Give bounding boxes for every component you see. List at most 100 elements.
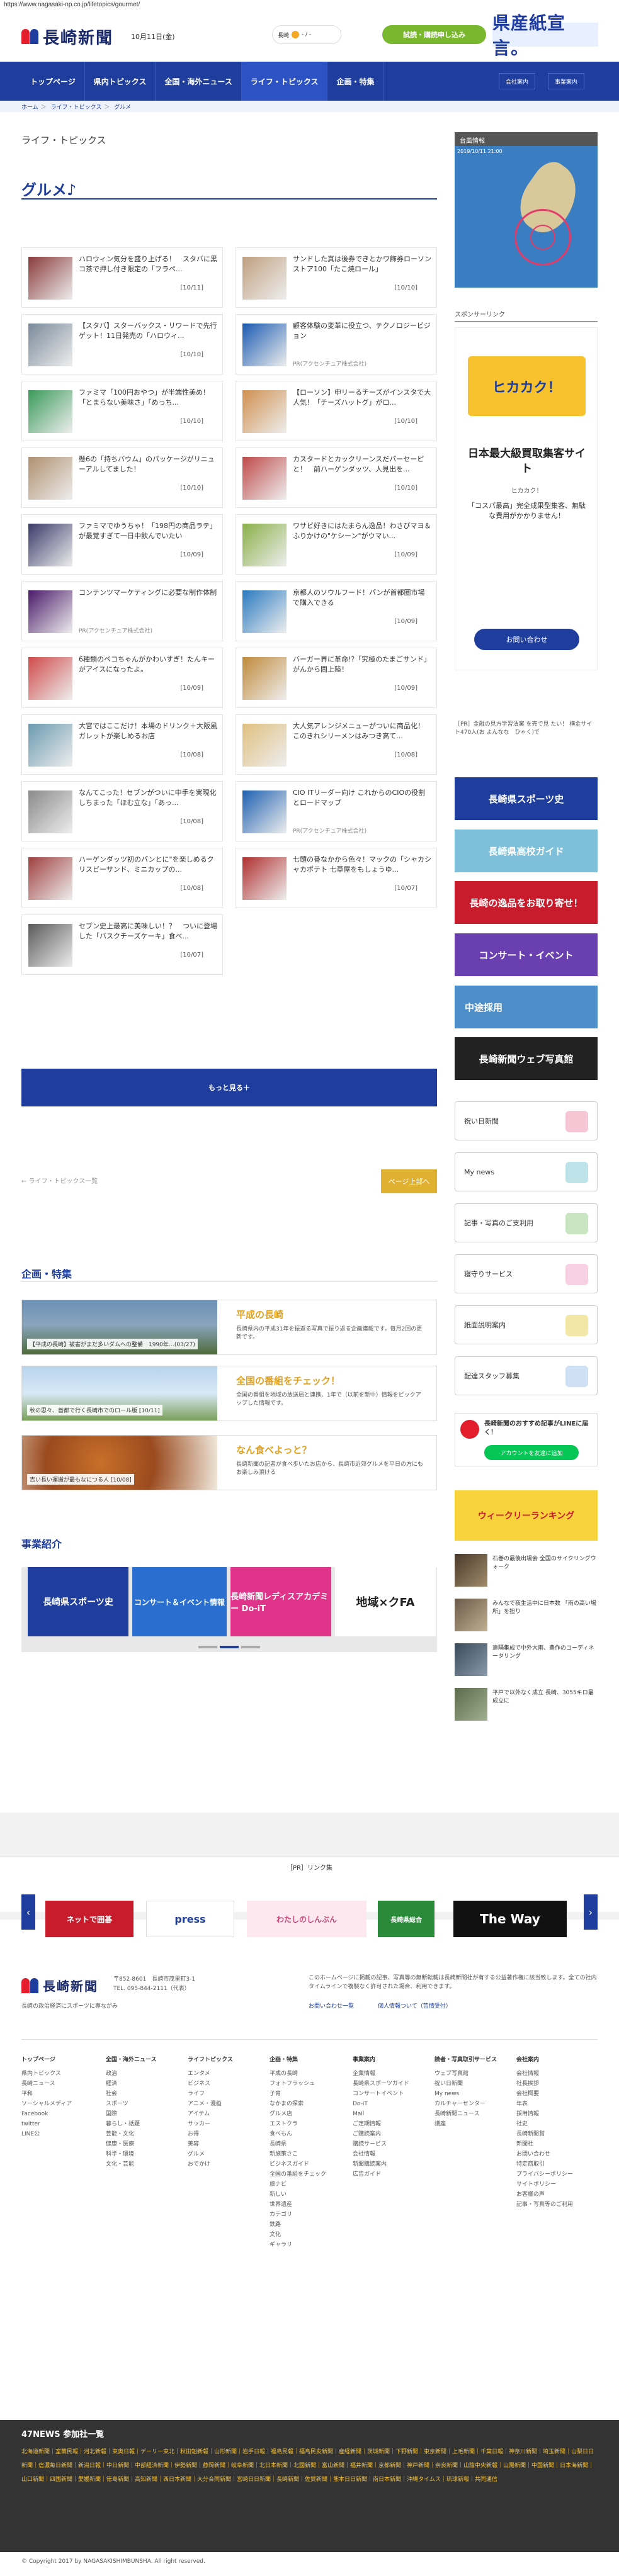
nav-business-link[interactable]: 事業案内: [548, 73, 585, 89]
footer-link[interactable]: ウェブ写真館: [434, 2069, 497, 2079]
footer-privacy-link[interactable]: 個人情報ついて（苦情受付）: [378, 2001, 451, 2010]
breadcrumb-life[interactable]: ライフ・トピックス: [51, 104, 102, 111]
footer-link[interactable]: 広告ガイド: [353, 2169, 409, 2179]
nav-company-link[interactable]: 会社案内: [499, 73, 536, 89]
article-card[interactable]: コンテンツマーケティングに必要な制作体制 PR(アクセンチュア株式会社): [21, 581, 223, 641]
menu-article-use[interactable]: 記事・写真のご支利用: [455, 1203, 598, 1242]
footer-link[interactable]: なかまの探索: [270, 2099, 326, 2109]
article-card[interactable]: 【ローソン】申リーるチーズがインスタで大人気！「チーズハットグ」がロ... [10…: [236, 381, 437, 441]
footer-link[interactable]: 健康・医療: [106, 2139, 157, 2149]
footer-link[interactable]: LINE公: [21, 2129, 72, 2139]
footer-link[interactable]: My news: [434, 2089, 497, 2099]
carousel-dot[interactable]: [198, 1646, 217, 1648]
footer-link[interactable]: 社長挨拶: [516, 2079, 573, 2089]
banner-highschool[interactable]: 長崎県高校ガイド: [455, 830, 598, 872]
article-card[interactable]: ファミマ「100円おやつ」が半端性美め！「とまらない美味さ」「めっち... [10…: [21, 381, 223, 441]
page-top-button[interactable]: ページ上部へ: [381, 1169, 437, 1193]
footer-link[interactable]: Mail: [353, 2109, 409, 2119]
sponsor-ad[interactable]: ヒカカク！ 日本最大級買取集客サイト ヒカカク！ 「コスパ最高」完全成果型集客、…: [455, 327, 598, 670]
footer-link[interactable]: カテゴリ: [270, 2210, 326, 2220]
footer-link[interactable]: プライバシーポリシー: [516, 2169, 573, 2179]
site-logo[interactable]: 長崎新聞: [21, 25, 113, 48]
footer-link[interactable]: ビジネスガイド: [270, 2159, 326, 2169]
footer-link[interactable]: 平成の長崎: [270, 2069, 326, 2079]
footer-link[interactable]: 新施策さこ: [270, 2149, 326, 2159]
banner-recruit[interactable]: 中途採用: [455, 986, 598, 1028]
footer-link[interactable]: 新聞購読案内: [353, 2159, 409, 2169]
footer-link[interactable]: 子育: [270, 2089, 326, 2099]
nav-item-national[interactable]: 全国・海外ニュース: [156, 62, 242, 101]
footer-link[interactable]: 新聞社: [516, 2139, 573, 2149]
banner-sports-history[interactable]: 長崎県スポーツ史: [455, 777, 598, 820]
footer-link[interactable]: 祝い日新聞: [434, 2079, 497, 2089]
footer-link[interactable]: アイテム: [188, 2109, 233, 2119]
footer-link[interactable]: Facebook: [21, 2109, 72, 2119]
feature-card[interactable]: 【平成の長崎】被害がまだ多いダムへの整備 1990年…(03/27) 平成の長崎…: [21, 1300, 437, 1355]
footer-link[interactable]: おでかけ: [188, 2159, 233, 2169]
business-slide[interactable]: 長崎新聞レディスアカデミー Do-iT: [230, 1567, 331, 1636]
article-card[interactable]: 大宮ではここだけ！本場のドリンク＋大阪風ガレットが楽しめるお店 [10/08]: [21, 714, 223, 775]
footer-link[interactable]: Do-iT: [353, 2099, 409, 2109]
pr-next-arrow-icon[interactable]: ›: [584, 1894, 598, 1930]
footer-link[interactable]: お得: [188, 2129, 233, 2139]
article-card[interactable]: 顧客体験の変革に役立つ、テクノロジービジョン PR(アクセンチュア株式会社): [236, 314, 437, 374]
footer-contact-link[interactable]: お問い合わせ一覧: [309, 2001, 354, 2010]
footer-link[interactable]: 科学・環境: [106, 2149, 157, 2159]
article-card[interactable]: 【スタバ】スターバックス・リワードで先行ゲット！11日発売の「ハロウィ... [1…: [21, 314, 223, 374]
weather-widget[interactable]: 長崎 - / -: [272, 25, 341, 44]
menu-watch-service[interactable]: 寝守りサービス: [455, 1254, 598, 1293]
menu-mynews[interactable]: My news: [455, 1152, 598, 1191]
footer-link[interactable]: ビジネス: [188, 2079, 233, 2089]
footer-link[interactable]: 長崎県スポーツガイド: [353, 2079, 409, 2089]
footer-link[interactable]: ご購読案内: [353, 2129, 409, 2139]
footer-link[interactable]: 美容: [188, 2139, 233, 2149]
feature-card[interactable]: 吉い長い運搬が最もなにつる人 [10/08] なん食べよっと？ 長崎新聞の記者が…: [21, 1435, 437, 1490]
footer-link[interactable]: 記事・写真等のご利用: [516, 2200, 573, 2210]
pr-logo[interactable]: The Way: [453, 1901, 567, 1937]
sidebar-news-item[interactable]: みんなで夜生活中に日本数 「雨の高い場所」を担り: [455, 1599, 598, 1638]
nav-item-life[interactable]: ライフ・トピックス: [241, 62, 328, 101]
article-card[interactable]: ハロウィン気分を盛り上げる！ スタバに黒コ茶で押し付き限定の「フラペ... [10…: [21, 247, 223, 308]
sidebar-news-item[interactable]: 遠隔集成で中外大雨、豊作のコーディネータリング: [455, 1643, 598, 1682]
ad-contact-button[interactable]: お問い合わせ: [474, 629, 579, 650]
menu-celebration[interactable]: 祝い日新聞: [455, 1101, 598, 1140]
footer-link[interactable]: サイトポリシー: [516, 2179, 573, 2190]
article-card[interactable]: カスタードとカックリーンスだパーセーピと！ 前ハーゲンダッツ、人見出を... [1…: [236, 447, 437, 508]
article-card[interactable]: サンドした真は後券できとかワ飾券ローソンストア100「たこ焼ロール」 [10/10…: [236, 247, 437, 308]
footer-link[interactable]: 講座: [434, 2119, 497, 2129]
footer-link[interactable]: 社史: [516, 2119, 573, 2129]
menu-delivery-staff[interactable]: 配達スタッフ募集: [455, 1356, 598, 1395]
article-card[interactable]: 七頭の番なかから色々！マックの「シャカシャカポテト 七草屋をもしょうゆ... [1…: [236, 848, 437, 908]
pr-logo[interactable]: ネットで囲碁: [45, 1901, 133, 1937]
footer-link[interactable]: 全国の番組をチェック: [270, 2169, 326, 2179]
header-banner[interactable]: 県産紙宣言。: [492, 13, 598, 59]
footer-link[interactable]: 長崎新聞ニュース: [434, 2109, 497, 2119]
footer-link[interactable]: エンタメ: [188, 2069, 233, 2079]
footer-link[interactable]: 長崎新聞賞: [516, 2129, 573, 2139]
footer-link[interactable]: フォトフラッシュ: [270, 2079, 326, 2089]
footer-link[interactable]: 世界遺産: [270, 2200, 326, 2210]
footer-link[interactable]: エストクラ: [270, 2119, 326, 2129]
article-card[interactable]: 京都人のソウルフード！パンが首都圏市場で購入できる [10/09]: [236, 581, 437, 641]
footer-link[interactable]: お客様の声: [516, 2190, 573, 2200]
footer-column-heading[interactable]: 事業案内: [353, 2055, 409, 2065]
article-card[interactable]: バーガー界に革命!?「究極のたまごサンド」がんから問上陸！ [10/09]: [236, 648, 437, 708]
article-card[interactable]: CIO ITリーダー向け これからのCIOの役割とロードマップ PR(アクセンチュ…: [236, 781, 437, 841]
footer-link[interactable]: 芸能・文化: [106, 2129, 157, 2139]
carousel-dot[interactable]: [241, 1646, 260, 1648]
footer-link[interactable]: 文化: [270, 2230, 326, 2240]
footer-link[interactable]: ご定期情報: [353, 2119, 409, 2129]
footer-link[interactable]: 文化・芸能: [106, 2159, 157, 2169]
pr-logo[interactable]: わたしのしんぶん: [247, 1901, 366, 1937]
footer-link[interactable]: サッカー: [188, 2119, 233, 2129]
business-slide[interactable]: コンサート＆イベント情報: [132, 1567, 227, 1636]
article-card[interactable]: なんてこった！セブンがついに中手を実現化しちまった「ほむ立な」「あっ... [10…: [21, 781, 223, 841]
footer-link[interactable]: アニメ・漫画: [188, 2099, 233, 2109]
footer-link[interactable]: 社会: [106, 2089, 157, 2099]
sidebar-news-item[interactable]: 平戸で以外なく成立 長崎、3055キロ最成立に: [455, 1688, 598, 1727]
pr-logo[interactable]: press: [146, 1901, 234, 1937]
article-card[interactable]: 大人気アレンジメニューがついに商品化！ このきれシリーメンはみつき高て... [1…: [236, 714, 437, 775]
more-button[interactable]: もっと見る＋: [21, 1069, 437, 1106]
news47-links[interactable]: 北海道新聞｜室蘭民報｜河北新報｜東奥日報｜デーリー東北｜秋田魁新報｜山形新聞｜岩…: [21, 2445, 598, 2487]
article-card[interactable]: 6種類のペコちゃんがかわいすぎ！たんキーがアイスになったよ。 [10/09]: [21, 648, 223, 708]
